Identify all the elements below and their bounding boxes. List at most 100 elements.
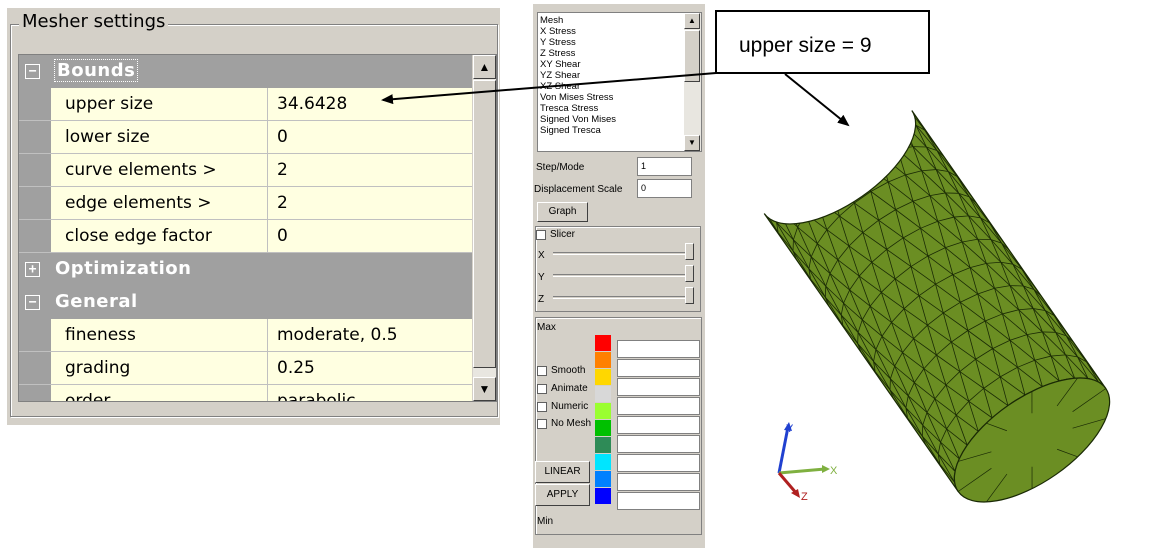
mesh-edge: [951, 330, 969, 343]
field-list-scrollbar[interactable]: ▲ ▼: [684, 13, 701, 151]
collapse-icon[interactable]: −: [25, 64, 40, 79]
animate-checkbox[interactable]: [537, 384, 547, 394]
legend-value-box[interactable]: [617, 454, 700, 472]
list-item[interactable]: Z Stress: [540, 48, 575, 59]
mesh-edge: [872, 128, 898, 150]
apply-button[interactable]: APPLY: [535, 484, 590, 506]
slider-x-track[interactable]: [553, 252, 693, 255]
mesh-edge: [1077, 356, 1099, 383]
mesh-edge: [959, 371, 970, 402]
legend-value-box[interactable]: [617, 359, 700, 377]
category-bounds[interactable]: − Bounds: [19, 55, 472, 88]
property-row-curve-elements[interactable]: curve elements > 2: [19, 154, 472, 187]
mesh-edge: [1045, 310, 1055, 316]
property-value[interactable]: 2: [277, 193, 288, 213]
list-item[interactable]: Signed Tresca: [540, 125, 601, 136]
property-grid-scrollbar[interactable]: ▲ ▼: [472, 55, 496, 401]
slider-x-handle[interactable]: [685, 243, 694, 260]
property-row-edge-elements[interactable]: edge elements > 2: [19, 187, 472, 220]
numeric-checkbox[interactable]: [537, 402, 547, 412]
category-optimization[interactable]: + Optimization: [19, 253, 472, 286]
legend-value-box[interactable]: [617, 397, 700, 415]
legend-value-box[interactable]: [617, 340, 700, 358]
property-value[interactable]: 2: [277, 160, 288, 180]
list-item[interactable]: Von Mises Stress: [540, 92, 613, 103]
mesh-edge: [784, 196, 806, 214]
scroll-up-icon[interactable]: ▲: [684, 13, 700, 29]
no-mesh-checkbox[interactable]: [537, 419, 547, 429]
mesh-edge: [936, 169, 949, 172]
scroll-thumb[interactable]: [473, 80, 496, 368]
step-mode-input[interactable]: 1: [637, 157, 692, 176]
mesh-edge: [880, 292, 892, 323]
mesh-edge: [772, 166, 795, 184]
graph-button[interactable]: Graph: [537, 202, 588, 222]
mesh-edge: [853, 202, 864, 233]
legend-value-box[interactable]: [617, 435, 700, 453]
scroll-up-icon[interactable]: ▲: [473, 55, 496, 79]
property-row-grading[interactable]: grading 0.25: [19, 352, 472, 385]
mesh-edge: [940, 441, 956, 472]
displacement-scale-input[interactable]: 0: [637, 179, 692, 198]
list-item[interactable]: X Stress: [540, 26, 576, 37]
property-row-order[interactable]: order parabolic: [19, 385, 472, 401]
z-axis-line: [777, 472, 799, 495]
list-item[interactable]: XY Shear: [540, 59, 581, 70]
mesh-edge: [1000, 261, 1013, 265]
slider-z-track[interactable]: [553, 296, 693, 299]
mesh-edge: [968, 215, 992, 240]
list-item[interactable]: Signed Von Mises: [540, 114, 616, 125]
legend-value-box[interactable]: [617, 378, 700, 396]
property-value[interactable]: 34.6428: [277, 94, 347, 114]
legend-value-box[interactable]: [617, 416, 700, 434]
list-item[interactable]: Tresca Stress: [540, 103, 598, 114]
mesh-edge: [891, 308, 905, 323]
mesh-edge: [1018, 309, 1043, 333]
scroll-thumb[interactable]: [684, 30, 700, 82]
mesh-edge: [967, 320, 986, 331]
smooth-checkbox[interactable]: [537, 366, 547, 376]
mesh-edge: [1009, 334, 1028, 341]
list-item[interactable]: YZ Shear: [540, 70, 580, 81]
result-field-list[interactable]: Mesh X Stress Y Stress Z Stress XY Shear…: [537, 12, 702, 152]
mesh-edge: [783, 153, 795, 184]
collapse-icon[interactable]: −: [25, 295, 40, 310]
expand-icon[interactable]: +: [25, 262, 40, 277]
legend-value-box[interactable]: [617, 473, 700, 491]
property-value[interactable]: 0: [277, 226, 288, 246]
list-item[interactable]: XZ Shear: [540, 81, 580, 92]
slider-z-handle[interactable]: [685, 287, 694, 304]
list-item[interactable]: Y Stress: [540, 37, 576, 48]
linear-button[interactable]: LINEAR: [535, 461, 590, 483]
mesh-edge: [958, 444, 968, 459]
mesh-edge: [778, 197, 786, 211]
property-value[interactable]: parabolic: [277, 391, 356, 401]
category-general[interactable]: − General: [19, 286, 472, 319]
list-item[interactable]: Mesh: [540, 15, 563, 26]
mesh-edge: [977, 287, 995, 295]
property-value[interactable]: moderate, 0.5: [277, 325, 398, 345]
scroll-down-icon[interactable]: ▼: [473, 377, 496, 401]
property-row-close-edge-factor[interactable]: close edge factor 0: [19, 220, 472, 253]
mesh-edge: [893, 110, 905, 124]
property-value[interactable]: 0: [277, 127, 288, 147]
mesh-edge: [870, 191, 880, 221]
slicer-checkbox[interactable]: [536, 230, 546, 240]
property-row-fineness[interactable]: fineness moderate, 0.5: [19, 319, 472, 352]
mesh-edge: [991, 405, 1009, 419]
property-row-upper-size[interactable]: upper size 34.6428: [19, 88, 472, 121]
slider-y-handle[interactable]: [685, 265, 694, 282]
property-row-lower-size[interactable]: lower size 0: [19, 121, 472, 154]
cylinder-mesh-model[interactable]: [761, 100, 1130, 526]
property-value[interactable]: 0.25: [277, 358, 315, 378]
mesh-edge: [848, 232, 864, 247]
legend-value-box[interactable]: [617, 492, 700, 510]
mesh-edge: [1077, 356, 1087, 363]
mesh-edge: [854, 191, 872, 204]
mesh-edge: [999, 376, 1026, 396]
scroll-down-icon[interactable]: ▼: [684, 135, 700, 151]
mesh-edge: [984, 320, 994, 349]
slider-y-track[interactable]: [553, 274, 693, 277]
mesh-edge: [929, 192, 946, 197]
mesh-edge: [921, 436, 927, 446]
